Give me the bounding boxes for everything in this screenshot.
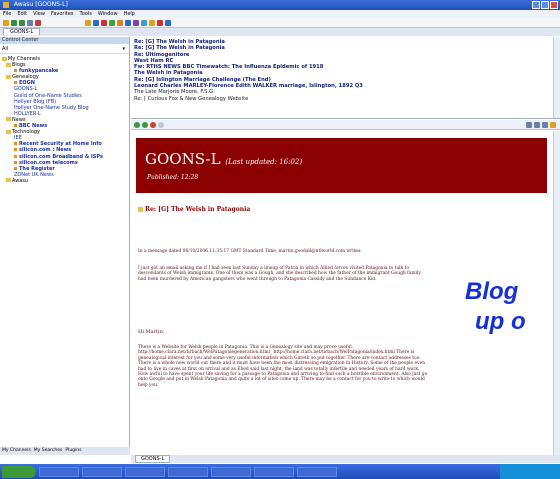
windows-taskbar bbox=[0, 464, 560, 479]
menu-bar: File Edit View Favorites Tools Window He… bbox=[0, 10, 560, 18]
published-time: Published: 12:28 bbox=[147, 174, 199, 181]
post-quote-header: In a message dated 06/10/2006 11:35:17 G… bbox=[138, 249, 362, 254]
maximize-button[interactable] bbox=[541, 1, 549, 9]
refresh-icon[interactable] bbox=[158, 121, 164, 128]
stop-icon[interactable] bbox=[150, 121, 156, 128]
sidebar-header: Control Center bbox=[0, 37, 129, 44]
update-icon[interactable] bbox=[109, 19, 115, 26]
back-icon[interactable] bbox=[11, 19, 17, 26]
post-title[interactable]: Re: [G] The Welsh in Patagonia bbox=[138, 206, 250, 213]
home-icon[interactable] bbox=[3, 19, 9, 26]
mail-icon[interactable] bbox=[141, 19, 147, 26]
start-button[interactable] bbox=[2, 465, 36, 478]
feed-icon bbox=[14, 154, 17, 158]
forward-icon[interactable] bbox=[19, 19, 25, 26]
sidebar-filter-value: All bbox=[2, 46, 9, 52]
menu-favorites[interactable]: Favorites bbox=[51, 10, 74, 18]
control-center-sidebar: Control Center All ▾ My Channels Blogs f… bbox=[0, 37, 130, 455]
channel-tree: My Channels Blogs funkypancake Genealogy… bbox=[0, 54, 129, 184]
post-greeting: Hi Martin, bbox=[138, 329, 165, 335]
channel-title: GOONS-L (Last updated: 16:02) bbox=[145, 150, 303, 168]
message-list-scrollbar[interactable] bbox=[553, 37, 560, 118]
workpad-icon[interactable] bbox=[133, 19, 139, 26]
overlay-caption-line1: Blog bbox=[465, 278, 519, 305]
tab-my-searches[interactable]: My Searches bbox=[34, 447, 63, 455]
folder-icon bbox=[2, 56, 7, 61]
minimize-button[interactable] bbox=[532, 1, 540, 9]
taskbar-item[interactable] bbox=[125, 466, 165, 477]
taskbar-item[interactable] bbox=[168, 466, 208, 477]
feed-icon bbox=[14, 160, 17, 164]
taskbar-item[interactable] bbox=[39, 466, 79, 477]
sidebar-filter[interactable]: All ▾ bbox=[0, 44, 129, 54]
taskbar-item[interactable] bbox=[297, 466, 337, 477]
folder-icon bbox=[6, 74, 11, 79]
feed-icon bbox=[14, 142, 17, 146]
last-updated: (Last updated: 16:02) bbox=[225, 158, 303, 166]
menu-tools[interactable]: Tools bbox=[80, 10, 92, 18]
awasu-app-icon bbox=[3, 1, 9, 8]
window-title: Awasu [GOONS-L] bbox=[13, 1, 68, 8]
alert-icon[interactable] bbox=[157, 19, 163, 26]
sidebar-bottom-tabs: My Channels My Searches Plugins bbox=[0, 447, 130, 455]
menu-window[interactable]: Window bbox=[98, 10, 118, 18]
reading-toolbar-right bbox=[526, 121, 560, 128]
message-list: Re: [G] The Welsh in Patagonia Re: [G] T… bbox=[131, 37, 560, 119]
font-icon[interactable] bbox=[542, 121, 548, 128]
channel-icon[interactable] bbox=[93, 19, 99, 26]
refresh-icon[interactable] bbox=[27, 19, 33, 26]
menu-edit[interactable]: Edit bbox=[17, 10, 27, 18]
search-icon[interactable] bbox=[125, 19, 131, 26]
taskbar-item[interactable] bbox=[211, 466, 251, 477]
feed-icon[interactable] bbox=[117, 19, 123, 26]
feed-icon bbox=[14, 166, 17, 170]
tab-plugins[interactable]: Plugins bbox=[65, 447, 81, 455]
folder-icon bbox=[6, 129, 11, 134]
window-titlebar: Awasu [GOONS-L] bbox=[0, 0, 560, 10]
feed-icon bbox=[14, 81, 17, 85]
filter-dropdown-icon[interactable]: ▾ bbox=[122, 46, 125, 52]
main-toolbar bbox=[0, 18, 560, 28]
star-icon[interactable] bbox=[149, 19, 155, 26]
stop-icon[interactable] bbox=[35, 19, 41, 26]
document-tabstrip: GOONS-L bbox=[0, 28, 560, 36]
menu-help[interactable]: Help bbox=[124, 10, 135, 18]
window-controls bbox=[532, 1, 558, 9]
tab-my-channels[interactable]: My Channels bbox=[2, 447, 31, 455]
back-icon[interactable] bbox=[134, 121, 140, 128]
delete-icon[interactable] bbox=[101, 19, 107, 26]
feed-icon bbox=[14, 69, 17, 73]
folder-icon[interactable] bbox=[85, 19, 91, 26]
forward-icon[interactable] bbox=[142, 121, 148, 128]
tab-goons-l-bottom[interactable]: GOONS-L bbox=[135, 455, 171, 463]
folder-icon bbox=[6, 62, 11, 67]
mail-icon[interactable] bbox=[534, 121, 540, 128]
reading-pane-scrollbar[interactable] bbox=[553, 131, 560, 455]
post-icon bbox=[138, 207, 143, 212]
taskbar-item[interactable] bbox=[82, 466, 122, 477]
reading-toolbar bbox=[131, 120, 560, 130]
taskbar-item[interactable] bbox=[254, 466, 294, 477]
print-icon[interactable] bbox=[526, 121, 532, 128]
overlay-caption-line2: up o bbox=[475, 308, 526, 335]
post-quote-body: I just got an email asking me if I had s… bbox=[138, 266, 421, 282]
reading-pane-tabs: GOONS-L bbox=[131, 455, 560, 463]
menu-file[interactable]: File bbox=[3, 10, 11, 18]
help-icon[interactable] bbox=[165, 19, 171, 26]
system-tray bbox=[500, 464, 560, 479]
folder-icon bbox=[6, 178, 11, 183]
tab-goons-l[interactable]: GOONS-L bbox=[3, 28, 41, 35]
channel-banner: GOONS-L (Last updated: 16:02) Published:… bbox=[136, 138, 547, 193]
close-button[interactable] bbox=[550, 1, 558, 9]
feed-icon bbox=[14, 148, 17, 152]
message-row[interactable]: Re: [ Curious Fox & New Genealogy Websit… bbox=[134, 96, 560, 102]
post-body: There is a Website for Welsh people in P… bbox=[138, 345, 428, 388]
feed-icon bbox=[14, 124, 17, 128]
menu-view[interactable]: View bbox=[33, 10, 45, 18]
tree-folder-awasu[interactable]: Awasu bbox=[2, 178, 129, 184]
folder-icon bbox=[6, 117, 11, 122]
highlight-icon[interactable] bbox=[550, 121, 556, 128]
